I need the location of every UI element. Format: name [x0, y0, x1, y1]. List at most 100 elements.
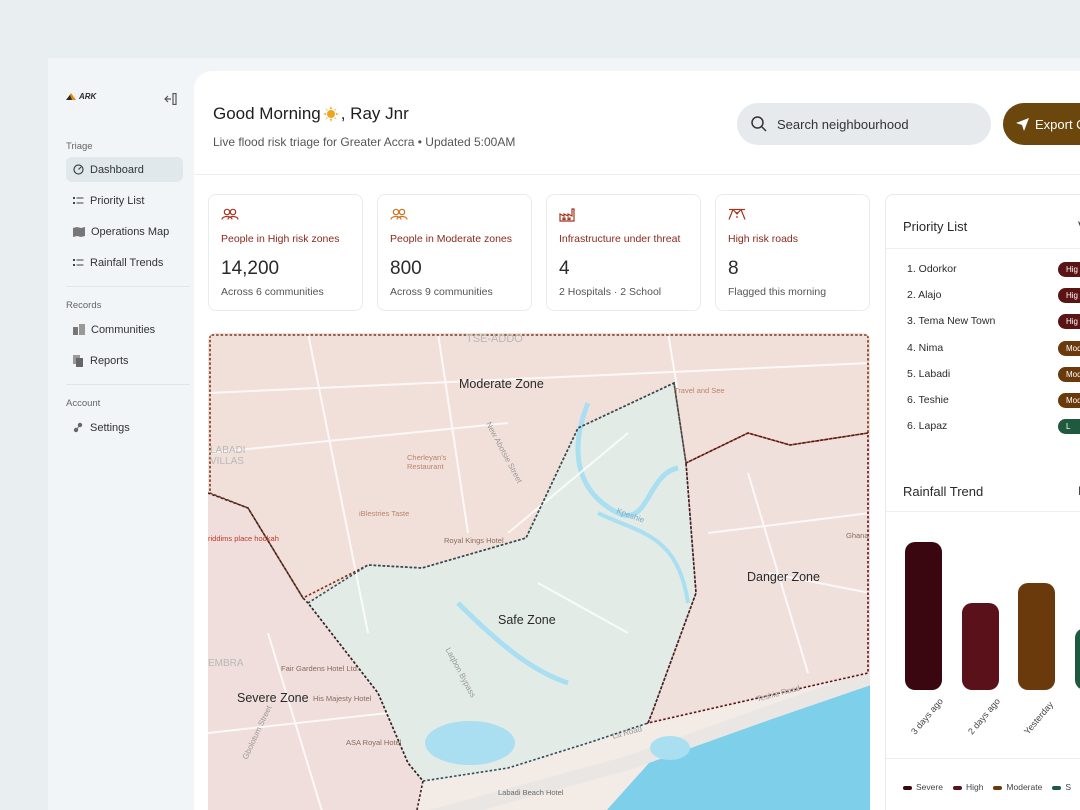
map-place-label: Travel and See [674, 386, 725, 395]
operations-map[interactable]: Moderate Zone Safe Zone Danger Zone Seve… [208, 333, 870, 810]
map-place-label: Cherleyan's Restaurant [407, 453, 447, 471]
rainfall-bar[interactable] [1018, 583, 1055, 690]
people-icon [390, 208, 408, 220]
brand-name: ARK [79, 92, 97, 101]
stat-note: Flagged this morning [728, 286, 827, 298]
map-place-label: Ghana [846, 531, 869, 540]
sidebar-item-dashboard[interactable]: Dashboard [66, 157, 183, 182]
legend-label: Severe [916, 782, 943, 792]
panel-divider [886, 758, 1080, 759]
brand-logo[interactable]: ARK [66, 92, 96, 101]
main-panel: Good Morning , Ray Jnr Live flood risk t… [194, 71, 1080, 810]
map-zone-label: Moderate Zone [459, 377, 544, 391]
sidebar-item-label: Communities [91, 323, 156, 336]
legend-label: Moderate [1006, 782, 1043, 792]
map-place-label: ASA Royal Hotel [346, 738, 402, 747]
risk-badge: Mod [1058, 340, 1080, 356]
nav-section-triage: Triage [66, 141, 93, 152]
priority-list-item[interactable]: 2. Alajo [907, 289, 941, 301]
right-panel: Priority List V 1. OdorkorHig2. AlajoHig… [885, 194, 1080, 810]
sidebar-item-label: Priority List [90, 194, 145, 207]
search-input[interactable] [777, 116, 947, 132]
sidebar: ARK Triage Dashboard Priority List Opera… [48, 58, 194, 810]
dashboard-icon [73, 164, 84, 175]
page-title: Good Morning , Ray Jnr [213, 104, 409, 124]
export-button-label: Export C [1035, 116, 1080, 132]
sidebar-item-label: Reports [90, 354, 129, 367]
stat-card-high-risk-people[interactable]: People in High risk zones 14,200 Across … [208, 194, 363, 311]
risk-badge: Hig [1058, 262, 1080, 277]
bar-category-label: Yesterday [1022, 699, 1056, 737]
buildings-icon [73, 324, 85, 335]
priority-list-item[interactable]: 6. Lapaz [907, 420, 947, 432]
sidebar-item-priority-list[interactable]: Priority List [66, 188, 183, 213]
chart-legend: Severe High Moderate S [903, 782, 1071, 792]
greeting-text: Good Morning [213, 104, 321, 123]
legend-item: Severe [903, 782, 943, 792]
search-icon [751, 116, 767, 132]
map-place-label: Royal Kings Hotel [444, 536, 504, 545]
panel-divider [886, 248, 1080, 249]
stat-label: Infrastructure under threat [559, 233, 681, 245]
sidebar-item-label: Dashboard [90, 163, 144, 176]
map-place-label: riddims place hookah [208, 534, 279, 543]
sidebar-divider [66, 384, 190, 385]
legend-label: High [965, 782, 984, 792]
rainfall-bar[interactable] [961, 602, 999, 690]
sidebar-item-settings[interactable]: Settings [66, 415, 183, 440]
sidebar-item-communities[interactable]: Communities [66, 317, 183, 342]
priority-list-item[interactable]: 3. Tema New Town [907, 315, 995, 327]
map-place-label: iBlestries Taste [359, 509, 410, 518]
legend-item: S [1052, 782, 1071, 792]
risk-badge: Hig [1058, 314, 1080, 330]
panel-divider [886, 511, 1080, 512]
risk-badge: Hig [1058, 288, 1080, 304]
map-place-label: Fair Gardens Hotel Ltd. [281, 664, 359, 673]
search-bar[interactable] [737, 103, 991, 145]
map-place-label: His Majesty Hotel [313, 694, 372, 703]
risk-badge: Mod [1058, 393, 1080, 408]
map-zone-label: Safe Zone [498, 613, 556, 627]
map-area-label: LABADI VILLAS [210, 445, 246, 467]
risk-badge: L [1058, 419, 1080, 435]
export-button[interactable]: Export C [1003, 103, 1080, 145]
map-area-label: EMBRA [208, 658, 244, 669]
sidebar-item-label: Settings [90, 421, 130, 434]
stat-note: 2 Hospitals · 2 School [559, 286, 662, 298]
priority-list-item[interactable]: 1. Odorkor [907, 263, 957, 275]
app-window: ARK Triage Dashboard Priority List Opera… [48, 58, 1080, 810]
legend-label: S [1065, 782, 1072, 792]
stat-label: People in High risk zones [221, 233, 340, 245]
rainfall-bar[interactable] [905, 542, 942, 690]
bar-category-label: 2 days ago [965, 696, 1002, 737]
sidebar-item-operations-map[interactable]: Operations Map [66, 219, 183, 244]
priority-list-item[interactable]: 6. Teshie [907, 394, 949, 406]
rainfall-trend-title: Rainfall Trend [903, 484, 984, 499]
priority-list-item[interactable]: 4. Nima [907, 342, 943, 354]
sidebar-item-reports[interactable]: Reports [66, 348, 183, 373]
stat-card-infrastructure[interactable]: Infrastructure under threat 4 2 Hospital… [546, 194, 701, 311]
priority-list-item[interactable]: 5. Labadi [907, 368, 950, 380]
sun-icon [322, 106, 339, 122]
risk-badge: Mod [1058, 366, 1080, 382]
stat-card-moderate-people[interactable]: People in Moderate zones 800 Across 9 co… [377, 194, 532, 311]
collapse-sidebar-icon[interactable] [164, 93, 177, 105]
send-icon [1016, 117, 1029, 131]
people-icon [221, 208, 239, 220]
stat-value: 14,200 [221, 258, 280, 279]
map-place-label: Labadi Beach Hotel [498, 788, 564, 797]
header-divider [194, 174, 1080, 175]
factory-icon [559, 208, 575, 222]
legend-swatch [903, 785, 912, 790]
stat-note: Across 6 communities [221, 286, 324, 298]
page-subtitle: Live flood risk triage for Greater Accra… [213, 135, 516, 149]
legend-swatch [993, 785, 1003, 790]
map-zone-label: Severe Zone [237, 691, 309, 705]
settings-icon [73, 422, 83, 433]
legend-item: Moderate [993, 782, 1042, 792]
list-icon [73, 196, 84, 204]
stat-card-roads[interactable]: High risk roads 8 Flagged this morning [715, 194, 870, 311]
stat-value: 4 [559, 258, 570, 279]
rainfall-bar[interactable] [1074, 627, 1080, 690]
sidebar-item-rainfall-trends[interactable]: Rainfall Trends [66, 250, 183, 275]
